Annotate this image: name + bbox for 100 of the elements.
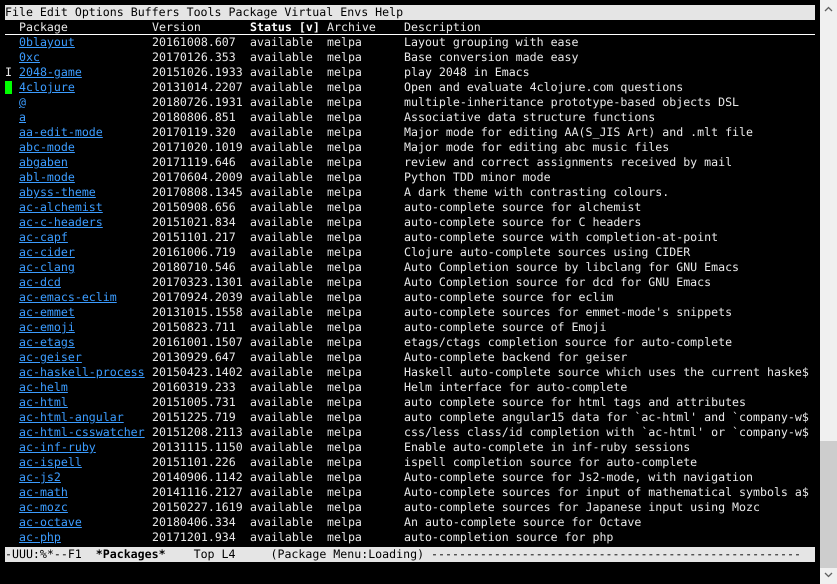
package-link[interactable]: ac-html-csswatcher <box>19 425 145 439</box>
package-link[interactable]: ac-alchemist <box>19 200 103 214</box>
menu-item[interactable]: Help <box>375 5 404 20</box>
table-cell: multiple-inheritance prototype-based objects DSL <box>404 95 740 109</box>
table-cell: 20150423.1402 <box>152 365 243 379</box>
package-link[interactable]: ac-mozc <box>19 500 68 514</box>
table-cell: 20131014.2207 <box>152 80 243 94</box>
table-cell: auto-complete source with completion-at-point <box>404 230 718 244</box>
menu-item[interactable]: Package <box>228 5 278 20</box>
package-link[interactable]: ac-etags <box>19 335 75 349</box>
table-cell: melpa <box>327 155 362 169</box>
package-link[interactable]: ac-emmet <box>19 305 75 319</box>
table-cell: available <box>250 290 313 304</box>
table-cell: available <box>250 125 313 139</box>
package-link[interactable]: ac-helm <box>19 380 68 394</box>
table-cell: 20180806.851 <box>152 110 236 124</box>
package-link[interactable]: abgaben <box>19 155 68 169</box>
package-link[interactable]: @ <box>19 95 26 109</box>
scroll-up-icon[interactable] <box>824 6 833 12</box>
install-mark: I <box>5 65 12 80</box>
table-cell: 20131115.1150 <box>152 440 243 454</box>
table-cell: 20170604.2009 <box>152 170 243 184</box>
menu-item[interactable]: Edit <box>40 5 68 20</box>
table-cell: melpa <box>327 185 362 199</box>
table-cell: available <box>250 230 313 244</box>
table-cell: A dark theme with contrasting colours. <box>404 185 670 199</box>
menu-item[interactable]: Envs <box>340 5 368 20</box>
package-link[interactable]: abc-mode <box>19 140 75 154</box>
column-header[interactable]: Archive <box>327 20 404 34</box>
table-cell: 20151026.1933 <box>152 65 243 79</box>
table-cell: 20170924.2039 <box>152 290 243 304</box>
package-link[interactable]: ac-octave <box>19 515 82 529</box>
menu-item[interactable]: File <box>5 5 33 20</box>
table-cell: available <box>250 35 313 49</box>
table-cell: 20170323.1301 <box>152 275 243 289</box>
package-link[interactable]: aa-edit-mode <box>19 125 103 139</box>
package-link[interactable]: 0blayout <box>19 35 75 49</box>
table-cell: melpa <box>327 470 362 484</box>
package-link[interactable]: ac-ispell <box>19 455 82 469</box>
table-cell: review and correct assignments received by mail <box>404 155 732 169</box>
package-link[interactable]: ac-cider <box>19 245 75 259</box>
table-cell: Major mode for editing abc music files <box>404 140 670 154</box>
table-cell: melpa <box>327 395 362 409</box>
column-header[interactable]: Version <box>152 20 250 34</box>
table-cell: available <box>250 410 313 424</box>
package-link[interactable]: ac-emoji <box>19 320 75 334</box>
column-header[interactable]: Status [v] <box>250 20 327 34</box>
scroll-down-icon[interactable] <box>824 572 833 578</box>
package-link[interactable]: ac-c-headers <box>19 215 103 229</box>
package-link[interactable]: 4clojure <box>19 80 75 94</box>
table-cell: available <box>250 470 313 484</box>
package-link[interactable]: ac-emacs-eclim <box>19 290 117 304</box>
package-link[interactable]: abl-mode <box>19 170 75 184</box>
table-cell: play 2048 in Emacs <box>404 65 530 79</box>
table-cell: melpa <box>327 290 362 304</box>
package-link[interactable]: ac-dcd <box>19 275 61 289</box>
table-cell: 20151021.834 <box>152 215 236 229</box>
table-cell: Enable auto-complete in inf-ruby sessions <box>404 440 690 454</box>
package-link[interactable]: a <box>19 110 26 124</box>
package-link[interactable]: ac-inf-ruby <box>19 440 96 454</box>
scroll-thumb[interactable] <box>820 441 837 568</box>
table-cell: 20130929.647 <box>152 350 236 364</box>
package-link[interactable]: ac-html <box>19 395 68 409</box>
table-cell: melpa <box>327 485 362 499</box>
package-link[interactable]: ac-math <box>19 485 68 499</box>
package-link[interactable]: ac-clang <box>19 260 75 274</box>
table-cell: available <box>250 515 313 529</box>
table-cell: available <box>250 350 313 364</box>
column-header[interactable]: Package <box>19 20 152 34</box>
table-cell: available <box>250 170 313 184</box>
table-cell: melpa <box>327 365 362 379</box>
package-link[interactable]: ac-js2 <box>19 470 61 484</box>
package-link[interactable]: abyss-theme <box>19 185 96 199</box>
package-link[interactable]: 0xc <box>19 50 40 64</box>
table-cell: available <box>250 65 313 79</box>
column-header[interactable]: Description <box>404 20 815 34</box>
table-cell: melpa <box>327 215 362 229</box>
buffer-name: *Packages* <box>96 547 166 562</box>
package-link[interactable]: ac-php <box>19 530 61 544</box>
table-cell: melpa <box>327 425 362 439</box>
table-cell: Auto-complete sources for input of mathematical symbols a$ <box>404 485 809 499</box>
menu-item[interactable]: Virtual <box>284 5 334 20</box>
table-cell: available <box>250 395 313 409</box>
table-cell: auto-complete source for alchemist <box>404 200 642 214</box>
table-cell: melpa <box>327 350 362 364</box>
menu-item[interactable]: Tools <box>186 5 222 20</box>
table-cell: 20131015.1558 <box>152 305 243 319</box>
table-cell: auto-complete source of Emoji <box>404 320 606 334</box>
package-link[interactable]: ac-html-angular <box>19 410 124 424</box>
package-link[interactable]: 2048-game <box>19 65 82 79</box>
menu-item[interactable]: Buffers <box>130 5 180 20</box>
menu-item[interactable]: Options <box>74 5 124 20</box>
scrollbar[interactable] <box>820 0 837 584</box>
table-cell: Clojure auto-complete sources using CIDER <box>404 245 690 259</box>
package-link[interactable]: ac-capf <box>19 230 68 244</box>
table-cell: 20150908.656 <box>152 200 236 214</box>
package-link[interactable]: ac-geiser <box>19 350 82 364</box>
table-cell: 20170119.320 <box>152 125 236 139</box>
buffer-position: Top L4 <box>194 547 236 562</box>
package-link[interactable]: ac-haskell-process <box>19 365 145 379</box>
